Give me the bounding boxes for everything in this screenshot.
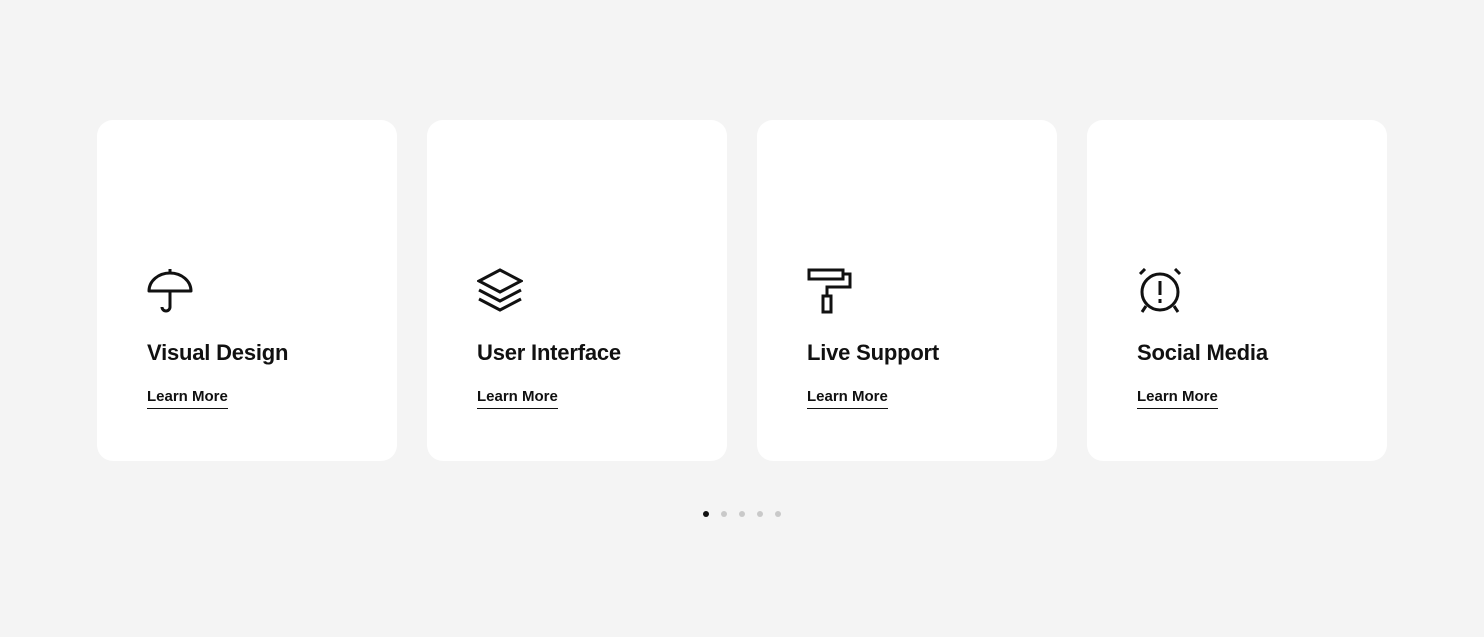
- learn-more-link[interactable]: Learn More: [1137, 388, 1218, 409]
- learn-more-link[interactable]: Learn More: [807, 388, 888, 409]
- pagination-dot[interactable]: [721, 511, 727, 517]
- service-cards: Visual Design Learn More User Interface …: [97, 120, 1387, 461]
- card-title: Social Media: [1137, 340, 1268, 365]
- umbrella-icon: [147, 268, 193, 314]
- carousel-pagination: [703, 511, 781, 517]
- card-title: User Interface: [477, 340, 621, 365]
- learn-more-link[interactable]: Learn More: [147, 388, 228, 409]
- services-carousel: Visual Design Learn More User Interface …: [0, 0, 1484, 637]
- paint-roller-icon: [807, 268, 853, 314]
- learn-more-link[interactable]: Learn More: [477, 388, 558, 409]
- card-title: Live Support: [807, 340, 940, 365]
- service-card-visual-design: Visual Design Learn More: [97, 120, 397, 461]
- pagination-dot[interactable]: [775, 511, 781, 517]
- pagination-dot[interactable]: [739, 511, 745, 517]
- service-card-social-media: Social Media Learn More: [1087, 120, 1387, 461]
- alarm-clock-icon: [1137, 268, 1183, 314]
- pagination-dot[interactable]: [703, 511, 709, 517]
- service-card-user-interface: User Interface Learn More: [427, 120, 727, 461]
- pagination-dot[interactable]: [757, 511, 763, 517]
- service-card-live-support: Live Support Learn More: [757, 120, 1057, 461]
- card-title: Visual Design: [147, 340, 289, 365]
- layers-icon: [477, 268, 523, 314]
